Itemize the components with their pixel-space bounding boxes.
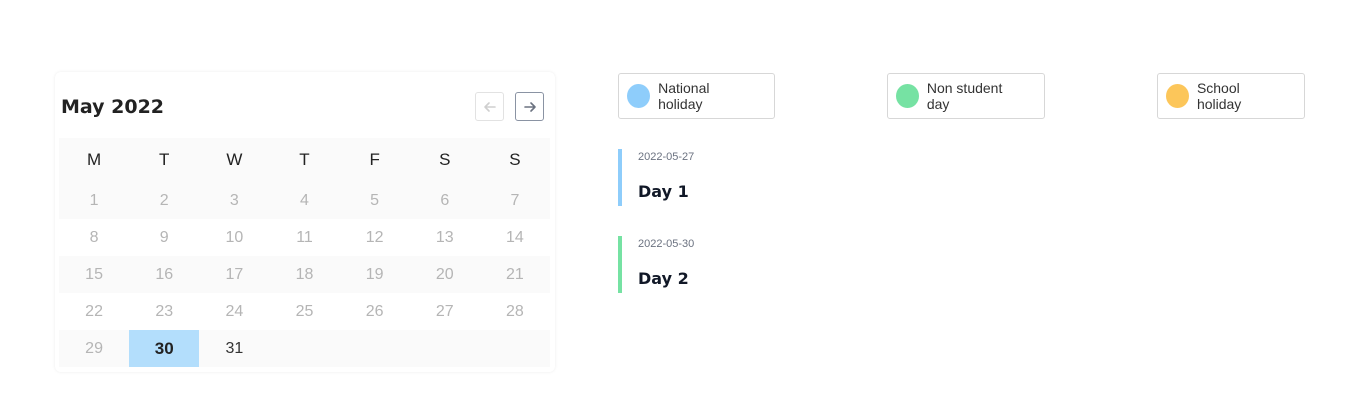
event-title: Day 1 — [638, 182, 689, 201]
legend-label: National holiday — [658, 80, 710, 112]
calendar-week-row: 15 16 17 18 19 20 21 — [59, 256, 550, 293]
calendar-day[interactable]: 29 — [59, 330, 129, 367]
event-item[interactable]: 2022-05-30 Day 2 — [618, 236, 918, 293]
calendar-day[interactable]: 2 — [129, 182, 199, 219]
calendar-day[interactable]: 25 — [269, 293, 339, 330]
arrow-left-icon — [483, 101, 496, 112]
arrow-right-icon — [523, 101, 536, 112]
calendar-day[interactable]: 11 — [269, 219, 339, 256]
calendar-day[interactable]: 20 — [410, 256, 480, 293]
calendar-day[interactable]: 3 — [199, 182, 269, 219]
legend-label: School holiday — [1196, 80, 1242, 112]
calendar-day[interactable]: 31 — [199, 330, 269, 367]
calendar-day[interactable]: 13 — [410, 219, 480, 256]
calendar: May 2022 M T W T F S S 1 2 3 4 5 6 7 8 9… — [55, 72, 555, 372]
calendar-day[interactable]: 21 — [480, 256, 550, 293]
calendar-week-row: 8 9 10 11 12 13 14 — [59, 219, 550, 256]
legend-color-dot — [896, 84, 919, 108]
weekday-label: S — [439, 150, 451, 169]
calendar-month-title: May 2022 — [61, 96, 165, 118]
calendar-day[interactable]: 23 — [129, 293, 199, 330]
calendar-day[interactable]: 17 — [199, 256, 269, 293]
previous-month-button[interactable] — [475, 92, 504, 121]
calendar-day[interactable]: 22 — [59, 293, 129, 330]
calendar-grid: M T W T F S S 1 2 3 4 5 6 7 8 9 10 11 12… — [59, 138, 550, 367]
legend-color-dot — [627, 84, 651, 108]
calendar-day[interactable]: 18 — [269, 256, 339, 293]
calendar-day-selected[interactable]: 30 — [129, 330, 200, 367]
legend-national-holiday[interactable]: National holiday — [618, 73, 775, 119]
calendar-week-row: 1 2 3 4 5 6 7 — [59, 182, 550, 219]
calendar-day[interactable]: 5 — [340, 182, 410, 219]
legend-school-holiday[interactable]: School holiday — [1157, 73, 1305, 119]
weekday-label: S — [509, 150, 521, 169]
calendar-day[interactable]: 14 — [480, 219, 550, 256]
weekday-label: F — [369, 150, 380, 169]
calendar-day[interactable]: 10 — [199, 219, 269, 256]
calendar-day[interactable]: 16 — [129, 256, 199, 293]
event-title: Day 2 — [638, 269, 689, 288]
weekday-label: W — [226, 150, 243, 169]
event-date: 2022-05-30 — [638, 238, 695, 250]
legend-color-dot — [1166, 84, 1189, 108]
calendar-day[interactable]: 12 — [340, 219, 410, 256]
weekday-label: M — [86, 150, 102, 169]
calendar-day[interactable]: 26 — [340, 293, 410, 330]
calendar-week-row: 29 30 31 — [59, 330, 550, 367]
weekday-label: T — [159, 150, 170, 169]
calendar-day[interactable]: 7 — [480, 182, 550, 219]
calendar-day[interactable]: 24 — [199, 293, 269, 330]
weekday-header-row: M T W T F S S — [59, 138, 550, 182]
calendar-day[interactable]: 27 — [410, 293, 480, 330]
calendar-day[interactable]: 19 — [340, 256, 410, 293]
calendar-day[interactable]: 9 — [129, 219, 199, 256]
event-item[interactable]: 2022-05-27 Day 1 — [618, 149, 918, 206]
calendar-day-empty — [480, 330, 550, 367]
calendar-day[interactable]: 15 — [59, 256, 129, 293]
event-date: 2022-05-27 — [638, 151, 695, 163]
calendar-day[interactable]: 4 — [269, 182, 339, 219]
calendar-week-row: 22 23 24 25 26 27 28 — [59, 293, 550, 330]
legend-non-student-day[interactable]: Non student day — [887, 73, 1045, 119]
calendar-day-empty — [269, 330, 339, 367]
calendar-day[interactable]: 28 — [480, 293, 550, 330]
calendar-day[interactable]: 8 — [59, 219, 129, 256]
calendar-day-empty — [340, 330, 410, 367]
calendar-day[interactable]: 1 — [59, 182, 129, 219]
calendar-day[interactable]: 6 — [410, 182, 480, 219]
legend-label: Non student day — [926, 80, 1003, 112]
weekday-label: T — [299, 150, 310, 169]
next-month-button[interactable] — [515, 92, 544, 121]
calendar-day-empty — [410, 330, 480, 367]
